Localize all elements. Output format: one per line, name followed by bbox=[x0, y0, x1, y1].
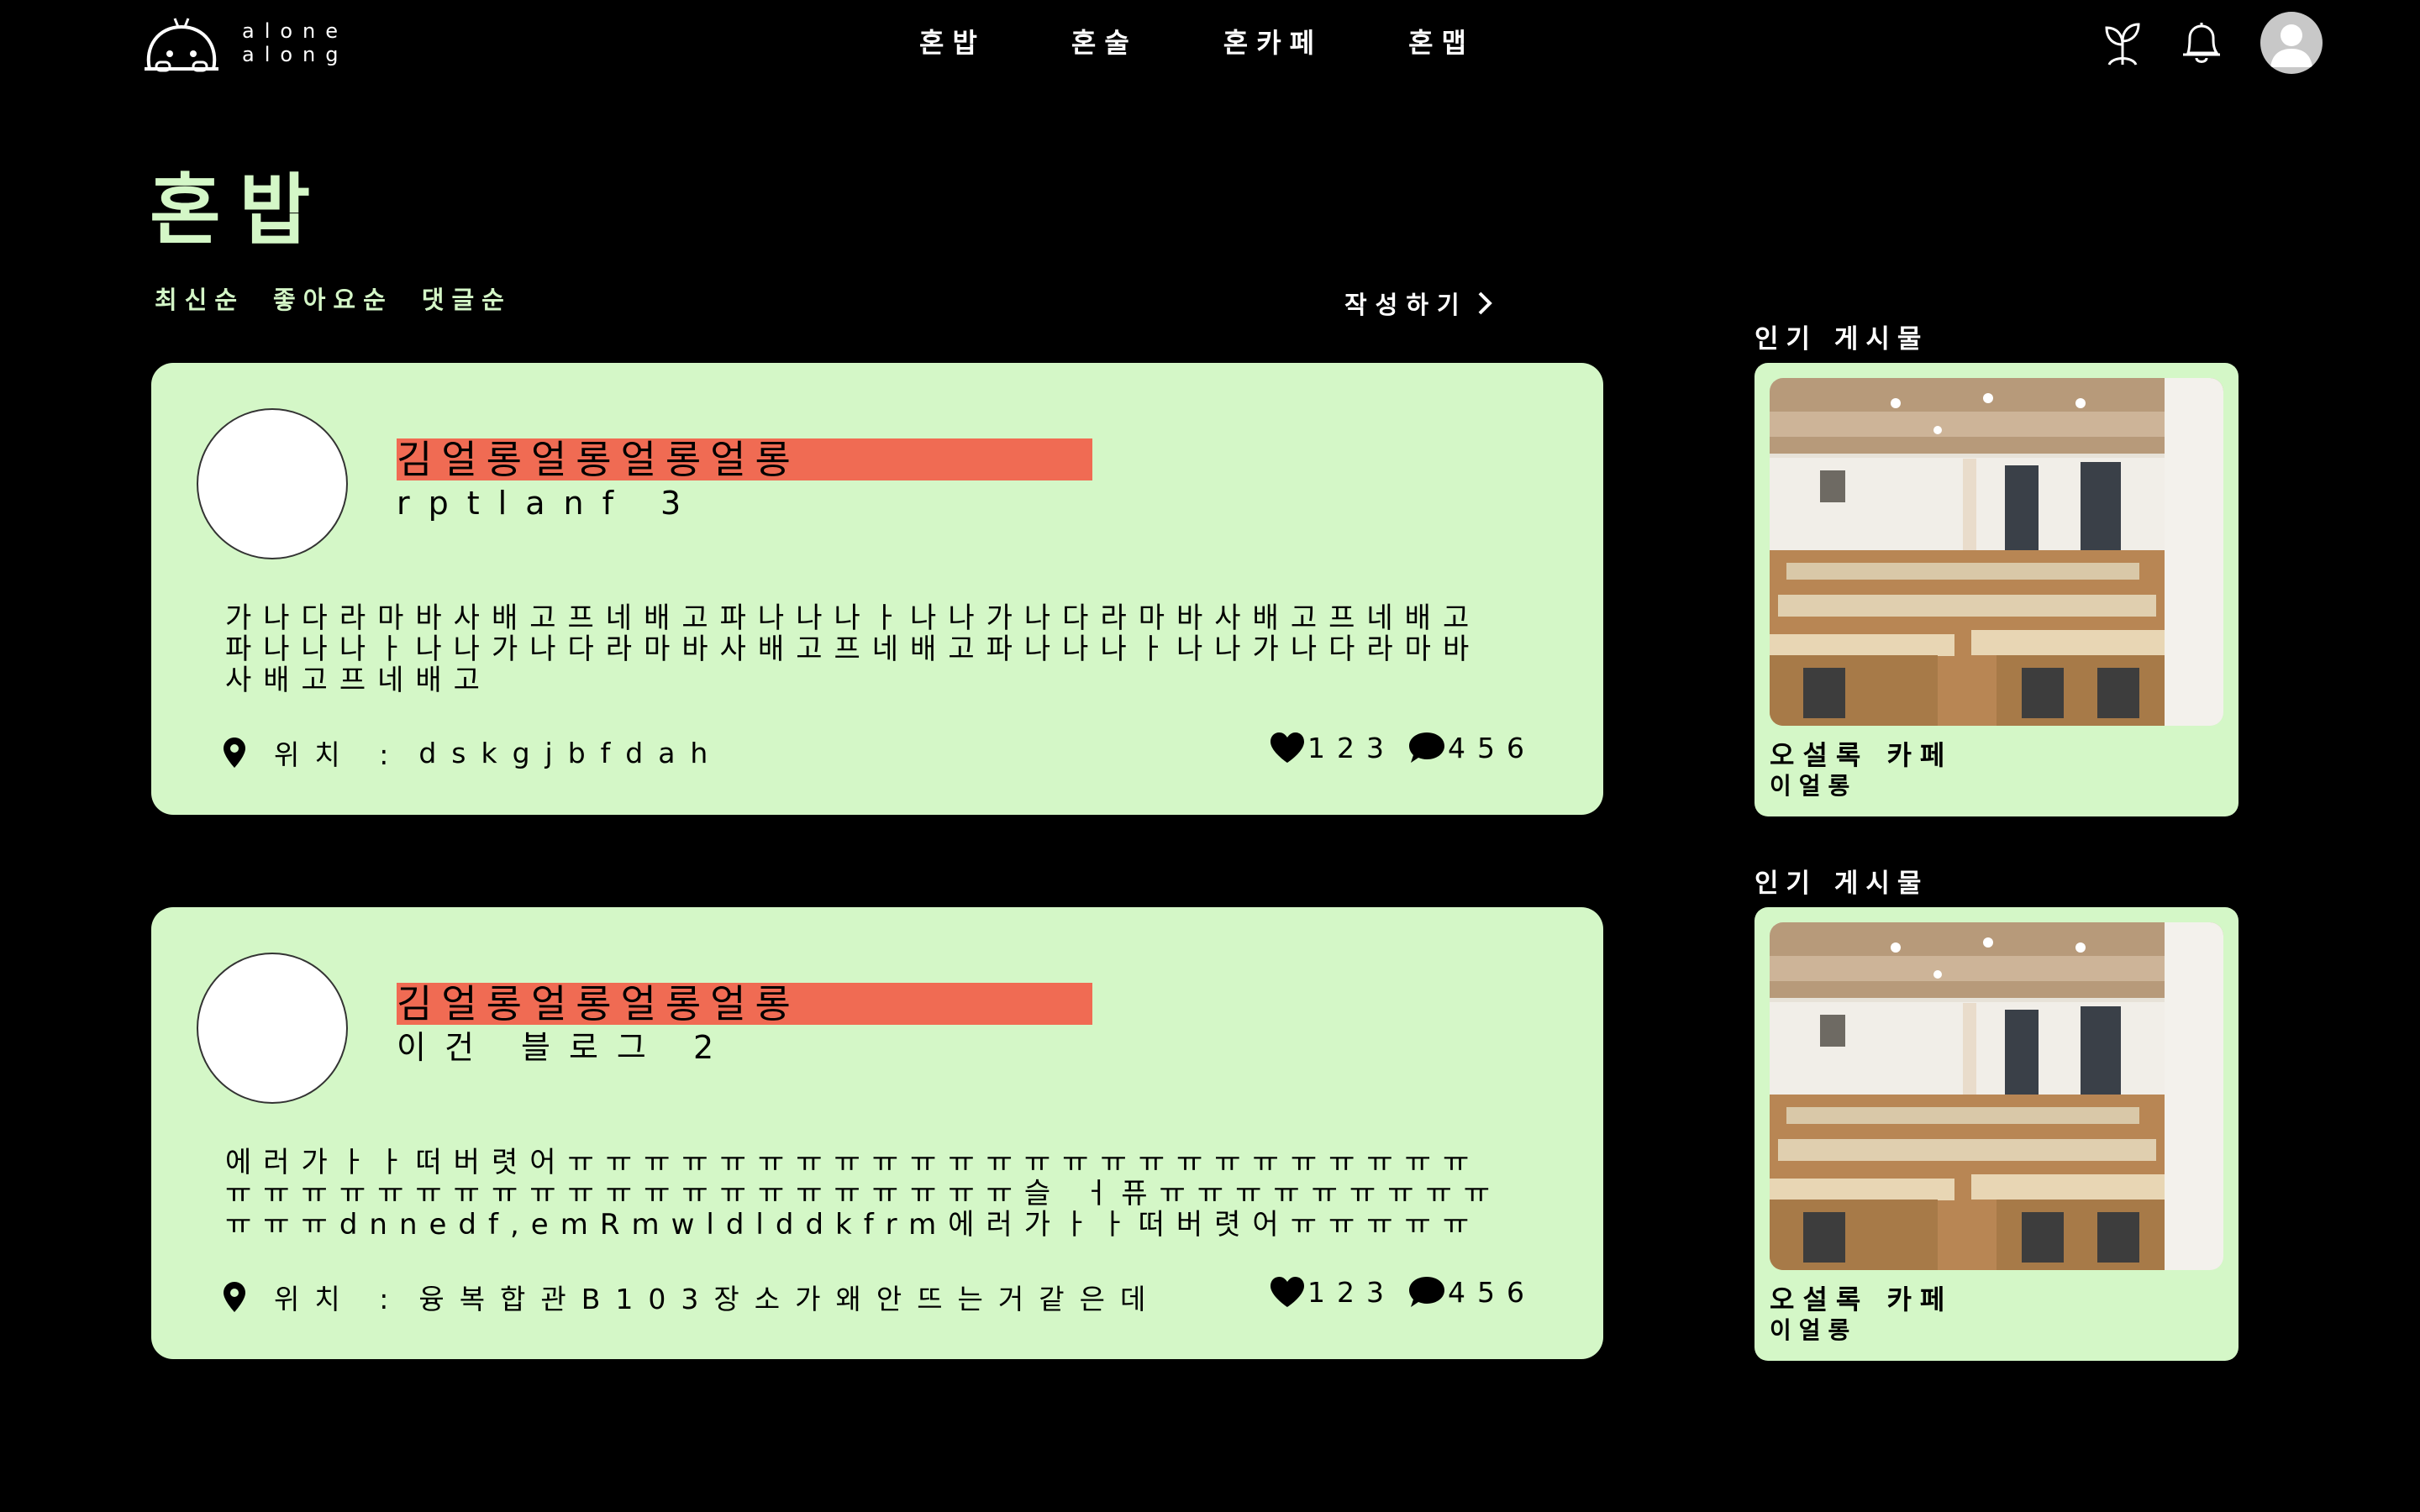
location-label: 위치 : bbox=[274, 738, 404, 771]
post-stats: 123 456 bbox=[1269, 1275, 1536, 1309]
header-icons bbox=[2104, 12, 2323, 74]
post-card[interactable]: 김얼롱얼롱얼롱얼롱 이건 블로그 2 에러가ㅏㅏ떠버렷어ㅠㅠㅠㅠㅠㅠㅠㅠㅠㅠㅠㅠ… bbox=[151, 907, 1603, 1359]
sprout-icon[interactable] bbox=[2104, 19, 2141, 66]
post-location: 위치 : dskgjbfdah bbox=[224, 732, 723, 773]
like-count[interactable]: 123 bbox=[1269, 1275, 1396, 1309]
like-count-value: 123 bbox=[1307, 731, 1396, 764]
nav-honmap[interactable]: 혼맵 bbox=[1408, 22, 1475, 60]
location-label: 위치 : bbox=[274, 1283, 404, 1315]
avatar-icon[interactable] bbox=[2260, 12, 2323, 74]
post-author: 김얼롱얼롱얼롱얼롱 bbox=[397, 983, 1092, 1025]
comment-icon bbox=[1409, 1277, 1444, 1307]
comment-count[interactable]: 456 bbox=[1407, 731, 1536, 764]
comment-count-value: 456 bbox=[1448, 731, 1536, 764]
post-location: 위치 : 융복합관B103장소가왜안뜨는거같은데 bbox=[224, 1277, 1160, 1317]
post-stats: 123 456 bbox=[1269, 731, 1536, 764]
post-body: 에러가ㅏㅏ떠버렷어ㅠㅠㅠㅠㅠㅠㅠㅠㅠㅠㅠㅠㅠㅠㅠㅠㅠㅠㅠㅠㅠㅠㅠㅠㅠㅠㅠㅠㅠㅠㅠ… bbox=[225, 1147, 1502, 1243]
location-pin-icon bbox=[224, 1282, 245, 1312]
popular-post-card[interactable]: 오설록 카페 이얼롱 bbox=[1754, 363, 2238, 816]
location-pin-icon bbox=[224, 738, 245, 768]
popular-post-card[interactable]: 오설록 카페 이얼롱 bbox=[1754, 907, 2238, 1361]
bell-icon[interactable] bbox=[2178, 19, 2225, 66]
post-title: 이건 블로그 2 bbox=[397, 1029, 733, 1066]
popular-posts-heading: 인기 게시물 bbox=[1754, 324, 1929, 354]
write-button-label: 작성하기 bbox=[1344, 291, 1468, 319]
like-count-value: 123 bbox=[1307, 1275, 1396, 1309]
heart-icon bbox=[1270, 1277, 1304, 1307]
sort-bar: 최신순 좋아요순 댓글순 bbox=[155, 281, 540, 316]
author-avatar bbox=[197, 953, 348, 1104]
page-title: 혼밥 bbox=[150, 165, 329, 255]
post-body: 가나다라마바사배고프네배고파나나나ㅏ나나가나다라마바사배고프네배고파나나나ㅏ나나… bbox=[225, 603, 1481, 697]
heart-icon bbox=[1270, 732, 1304, 763]
main-nav: 혼밥 혼술 혼카페 혼맵 bbox=[919, 22, 1475, 60]
sort-likes[interactable]: 좋아요순 bbox=[273, 281, 393, 316]
logo-mascot-icon bbox=[145, 18, 218, 72]
nav-honbap[interactable]: 혼밥 bbox=[919, 22, 986, 60]
popular-posts-heading: 인기 게시물 bbox=[1754, 869, 1929, 899]
popular-post-author: 이얼롱 bbox=[1770, 772, 1858, 800]
popular-post-author: 이얼롱 bbox=[1770, 1316, 1858, 1344]
nav-honcafe[interactable]: 혼카페 bbox=[1223, 22, 1323, 60]
post-author: 김얼롱얼롱얼롱얼롱 bbox=[397, 438, 1092, 480]
sort-comments[interactable]: 댓글순 bbox=[422, 281, 512, 316]
cafe-photo bbox=[1770, 378, 2223, 726]
comment-icon bbox=[1409, 732, 1444, 763]
logo-line-1: alone bbox=[242, 19, 349, 43]
sort-latest[interactable]: 최신순 bbox=[155, 281, 245, 316]
nav-honsul[interactable]: 혼술 bbox=[1071, 22, 1138, 60]
comment-count-value: 456 bbox=[1448, 1275, 1536, 1309]
author-avatar bbox=[197, 408, 348, 559]
location-value: dskgjbfdah bbox=[418, 736, 723, 769]
chevron-right-icon bbox=[1478, 291, 1492, 315]
logo-line-2: along bbox=[242, 43, 349, 66]
logo[interactable]: alone along bbox=[141, 13, 349, 72]
comment-count[interactable]: 456 bbox=[1407, 1275, 1536, 1309]
like-count[interactable]: 123 bbox=[1269, 731, 1396, 764]
post-title: rptlanf 3 bbox=[397, 485, 700, 522]
write-button[interactable]: 작성하기 bbox=[1344, 286, 1497, 321]
cafe-photo bbox=[1770, 922, 2223, 1270]
logo-text: alone along bbox=[242, 19, 349, 66]
post-card[interactable]: 김얼롱얼롱얼롱얼롱 rptlanf 3 가나다라마바사배고프네배고파나나나ㅏ나나… bbox=[151, 363, 1603, 815]
location-value: 융복합관B103장소가왜안뜨는거같은데 bbox=[418, 1283, 1161, 1315]
